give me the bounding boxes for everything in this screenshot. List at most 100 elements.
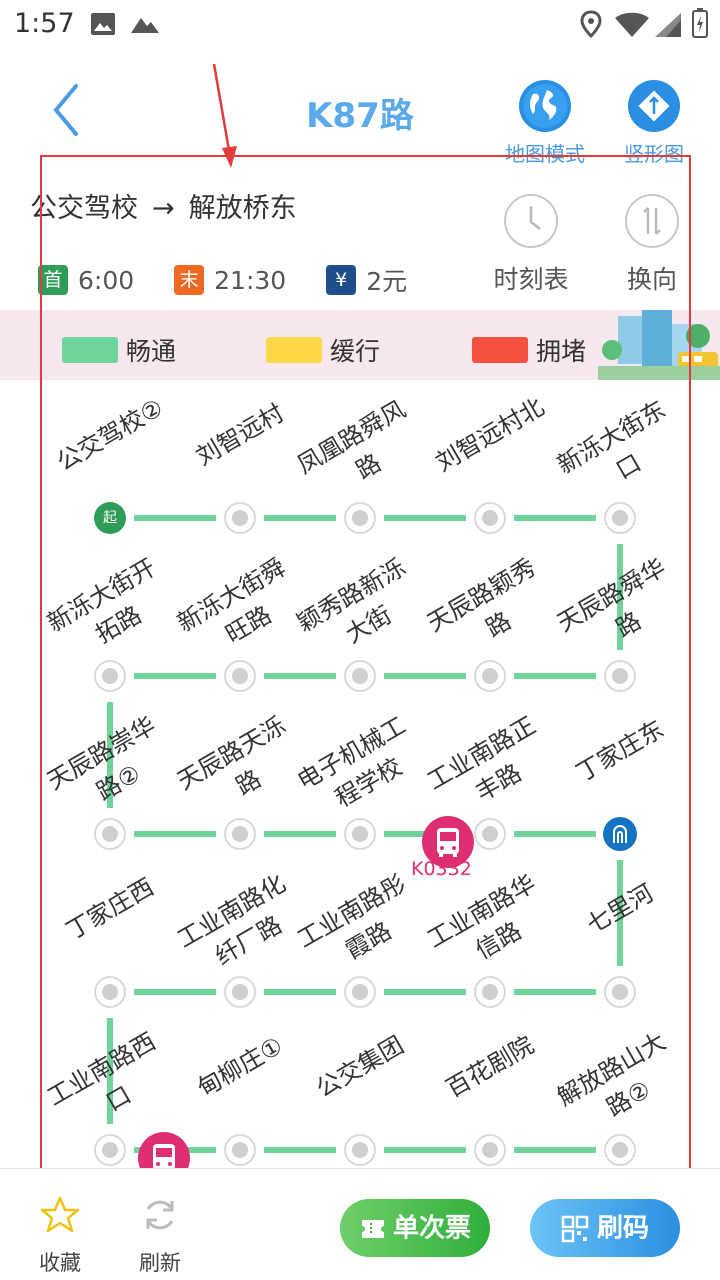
stop-name[interactable]: 解放路山大路② xyxy=(549,1024,690,1145)
route-segment xyxy=(384,673,466,679)
route-segment xyxy=(514,989,596,995)
route-segment xyxy=(264,989,336,995)
back-button[interactable] xyxy=(44,82,88,138)
stop-dot[interactable] xyxy=(94,818,126,850)
stop-dot[interactable] xyxy=(344,502,376,534)
bus-plate-label: K0332 xyxy=(411,858,472,880)
stop-name[interactable]: 百花剧院 xyxy=(428,1021,552,1112)
stop-dot[interactable] xyxy=(224,660,256,692)
start-stop-marker[interactable]: 起 xyxy=(94,502,126,534)
last-bus-time: 21:30 xyxy=(214,265,287,295)
bottom-bar: 收藏 刷新 单次票 刷码 xyxy=(0,1168,720,1280)
stop-name[interactable]: 电子机械工程学校 xyxy=(289,708,430,829)
stop-dot[interactable] xyxy=(344,660,376,692)
favorite-button[interactable]: 收藏 xyxy=(20,1195,100,1277)
stop-dot[interactable] xyxy=(474,502,506,534)
stop-name[interactable]: 新泺大街东口 xyxy=(549,392,690,513)
refresh-button[interactable]: 刷新 xyxy=(120,1195,200,1277)
single-ticket-label: 单次票 xyxy=(392,1213,471,1244)
route-segment xyxy=(134,515,216,521)
route-segment xyxy=(264,673,336,679)
scan-code-label: 刷码 xyxy=(596,1213,649,1244)
stop-name[interactable]: 工业南路华信路 xyxy=(419,866,560,987)
legend-smooth-label: 畅通 xyxy=(126,337,177,366)
star-icon xyxy=(40,1196,80,1233)
stop-name[interactable]: 颖秀路新泺大街 xyxy=(289,550,430,671)
stop-dot[interactable] xyxy=(224,976,256,1008)
map-mode-button[interactable]: 地图模式 xyxy=(495,80,595,167)
route-segment xyxy=(514,515,596,521)
legend-slow: 缓行 xyxy=(266,332,380,368)
stop-dot[interactable] xyxy=(94,1134,126,1166)
stop-name[interactable]: 新泺大街开拓路 xyxy=(39,550,180,671)
page-title: K87路 xyxy=(306,96,414,136)
swap-icon xyxy=(625,194,679,248)
refresh-icon xyxy=(146,1200,174,1230)
last-bus-badge: 末 xyxy=(174,265,205,295)
annotation-arrow-icon xyxy=(212,63,237,168)
stop-dot[interactable] xyxy=(474,660,506,692)
stop-dot[interactable] xyxy=(604,1134,636,1166)
service-info: 首 6:00 末 21:30 ¥2元 xyxy=(38,262,447,298)
smooth-swatch xyxy=(62,337,118,363)
stop-name[interactable]: 丁家庄东 xyxy=(558,705,682,796)
stop-dot[interactable] xyxy=(604,660,636,692)
stop-name[interactable]: 工业南路正丰路 xyxy=(419,708,560,829)
route-segment xyxy=(384,1147,466,1153)
stop-dot[interactable] xyxy=(94,976,126,1008)
clock-icon xyxy=(504,194,558,248)
stop-dot[interactable] xyxy=(474,1134,506,1166)
location-icon xyxy=(580,10,602,38)
gallery-icon xyxy=(91,13,115,35)
qr-code-icon xyxy=(561,1215,589,1242)
fare-value: 2元 xyxy=(366,267,408,296)
stop-name[interactable]: 丁家庄西 xyxy=(48,863,172,954)
globe-icon xyxy=(519,80,571,132)
stop-dot[interactable] xyxy=(344,1134,376,1166)
route-segment xyxy=(264,831,336,837)
stop-dot[interactable] xyxy=(603,817,637,851)
stop-name[interactable]: 刘智远村 xyxy=(178,389,302,480)
stop-name[interactable]: 天辰路颖秀路 xyxy=(419,550,560,671)
route-to: 解放桥东 xyxy=(188,193,297,224)
status-bar: 1:57 xyxy=(0,0,720,50)
legend-smooth: 畅通 xyxy=(62,332,176,368)
route-segment xyxy=(134,831,216,837)
vertical-view-button[interactable]: 竖形图 xyxy=(604,80,704,167)
timetable-button[interactable]: 时刻表 xyxy=(481,194,581,296)
stop-name[interactable]: 新泺大街舜旺路 xyxy=(169,550,310,671)
route-segment xyxy=(264,1147,336,1153)
reverse-direction-button[interactable]: 换向 xyxy=(602,194,702,296)
stop-name[interactable]: 刘智远村北 xyxy=(428,389,552,480)
stop-name[interactable]: 公交集团 xyxy=(298,1021,422,1112)
stop-dot[interactable] xyxy=(604,502,636,534)
stop-dot[interactable] xyxy=(344,818,376,850)
stop-dot[interactable] xyxy=(224,818,256,850)
stop-dot[interactable] xyxy=(474,818,506,850)
reverse-label: 换向 xyxy=(626,265,677,294)
stop-name[interactable]: 工业南路化纤厂路 xyxy=(169,866,310,987)
legend-congested: 拥堵 xyxy=(472,332,586,368)
single-ticket-button[interactable]: 单次票 xyxy=(340,1199,490,1257)
stop-dot[interactable] xyxy=(604,976,636,1008)
metro-icon xyxy=(613,825,627,843)
scan-code-button[interactable]: 刷码 xyxy=(530,1199,680,1257)
route-segment xyxy=(514,673,596,679)
stop-dot[interactable] xyxy=(474,976,506,1008)
stop-dot[interactable] xyxy=(224,502,256,534)
wifi-icon xyxy=(615,12,649,37)
first-bus-badge: 首 xyxy=(38,265,68,295)
stop-name[interactable]: 凤凰路舜风路 xyxy=(289,392,430,513)
stop-dot[interactable] xyxy=(224,1134,256,1166)
stop-name[interactable]: 甸柳庄① xyxy=(178,1021,302,1112)
stop-dot[interactable] xyxy=(94,660,126,692)
stop-name[interactable]: 工业南路彤霞路 xyxy=(289,866,430,987)
traffic-legend: 畅通 缓行 拥堵 xyxy=(0,310,720,380)
stop-name[interactable]: 公交驾校② xyxy=(48,389,172,480)
battery-icon xyxy=(692,8,708,38)
first-bus-time: 6:00 xyxy=(78,265,135,295)
route-arrow: → xyxy=(152,193,175,224)
legend-congested-label: 拥堵 xyxy=(536,337,587,366)
map-mode-label: 地图模式 xyxy=(505,142,585,166)
stop-dot[interactable] xyxy=(344,976,376,1008)
